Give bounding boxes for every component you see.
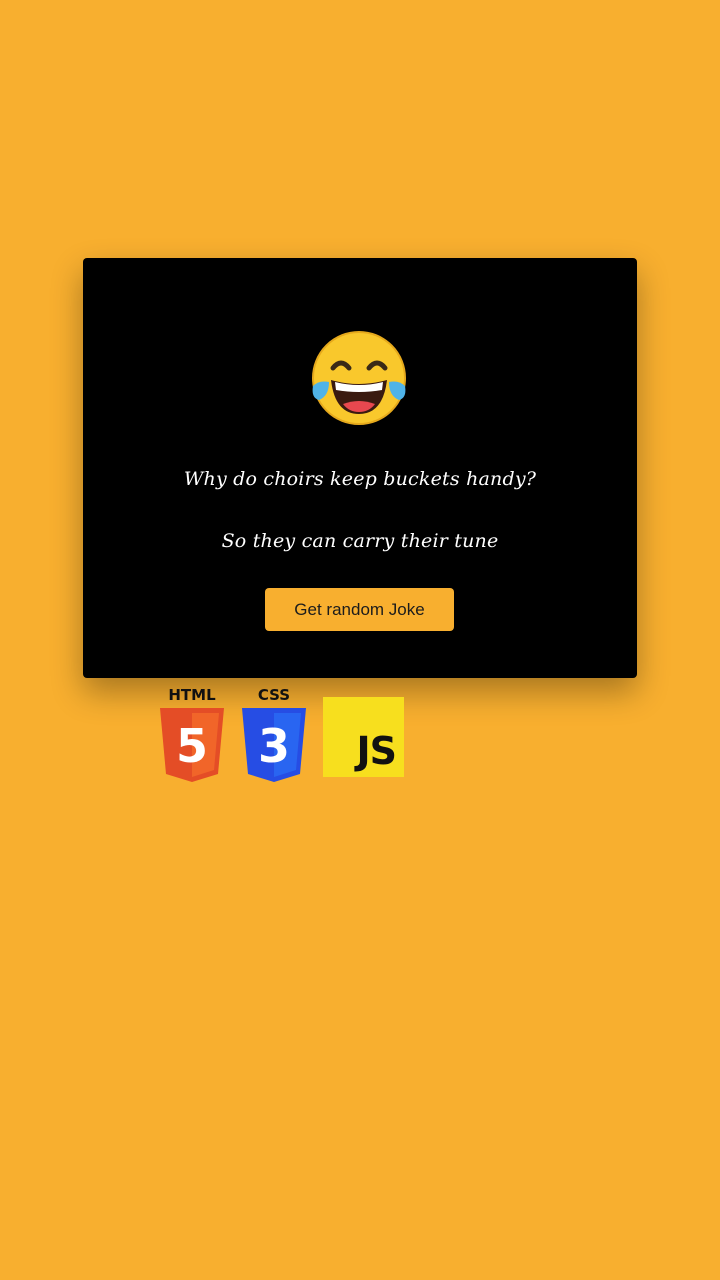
html5-logo: HTML 5 [156, 686, 228, 784]
css3-digit: 3 [258, 719, 290, 773]
joke-punchline-text: So they can carry their tune [221, 530, 499, 552]
css-logo-label: CSS [257, 686, 291, 704]
joke-setup-text: Why do choirs keep buckets handy? [183, 468, 537, 490]
get-random-joke-button[interactable]: Get random Joke [265, 588, 454, 631]
html5-digit: 5 [176, 719, 208, 773]
html-logo-label: HTML [168, 686, 216, 704]
joke-card: Why do choirs keep buckets handy? So the… [83, 258, 637, 678]
javascript-logo: JS [323, 697, 404, 777]
face-with-tears-of-joy-icon [312, 331, 406, 425]
javascript-logo-label: JS [356, 729, 397, 773]
css3-logo: CSS 3 [238, 686, 310, 784]
